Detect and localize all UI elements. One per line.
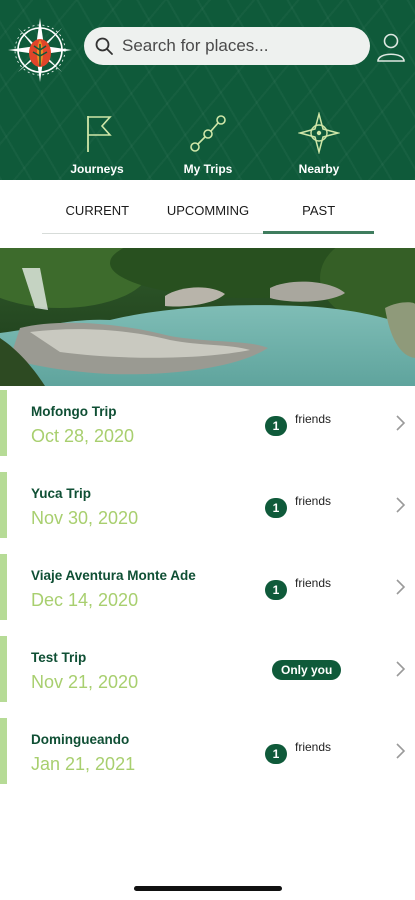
trip-date: Dec 14, 2020 [31, 590, 139, 610]
chevron-right-icon[interactable] [395, 742, 407, 760]
trip-date: Nov 30, 2020 [31, 508, 139, 528]
friends-info: 1 friends [265, 412, 331, 436]
search-bar[interactable] [84, 27, 370, 65]
trip-row[interactable]: Domingueando Jan 21, 2021 1 friends [0, 718, 415, 784]
nav-my-trips-label: My Trips [183, 162, 233, 176]
app-header: Journeys My Trips Nearby [0, 0, 415, 180]
trip-name: Domingueando [31, 732, 130, 747]
compass-logo-icon[interactable] [6, 16, 74, 84]
friends-label: friends [295, 576, 332, 590]
friends-count-badge: 1 [265, 580, 287, 600]
trip-list: Mofongo Trip Oct 28, 2020 1 friends Yuca Tri… [0, 390, 415, 800]
friends-label: friends [295, 494, 332, 508]
tab-current[interactable]: CURRENT [42, 180, 153, 233]
search-icon [95, 37, 113, 55]
tab-upcomming[interactable]: UPCOMMING [153, 180, 264, 233]
compass-icon [298, 112, 340, 154]
trip-row[interactable]: Mofongo Trip Oct 28, 2020 1 friends [0, 390, 415, 456]
flag-icon [87, 116, 112, 152]
trip-name: Mofongo Trip [31, 404, 117, 419]
friends-count-badge: 1 [265, 416, 287, 436]
trip-date: Jan 21, 2021 [31, 754, 136, 774]
only-you-badge: Only you [272, 660, 342, 680]
nav-journeys-label: Journeys [70, 162, 124, 176]
nav-my-trips[interactable]: My Trips [163, 112, 253, 178]
trip-row[interactable]: Test Trip Nov 21, 2020 Only you [0, 636, 415, 702]
friends-info: 1 friends [265, 494, 331, 518]
friends-info: 1 friends [265, 576, 331, 600]
search-input[interactable] [122, 36, 352, 56]
trip-name: Yuca Trip [31, 486, 92, 501]
nav-nearby[interactable]: Nearby [274, 112, 364, 178]
trip-row[interactable]: Viaje Aventura Monte Ade Dec 14, 2020 1 fri… [0, 554, 415, 620]
friends-count-badge: 1 [265, 744, 287, 764]
friends-label: friends [295, 412, 332, 426]
nav-journeys[interactable]: Journeys [52, 112, 142, 178]
route-icon [190, 115, 226, 152]
trip-date: Oct 28, 2020 [31, 426, 135, 446]
friends-label: friends [295, 740, 332, 754]
trip-tabs: CURRENT UPCOMMING PAST [42, 180, 374, 234]
friends-info: 1 friends [265, 740, 331, 764]
chevron-right-icon[interactable] [395, 660, 407, 678]
chevron-right-icon[interactable] [395, 414, 407, 432]
chevron-right-icon[interactable] [395, 578, 407, 596]
hero-image [0, 248, 415, 386]
trip-row[interactable]: Yuca Trip Nov 30, 2020 1 friends [0, 472, 415, 538]
trip-name: Test Trip [31, 650, 87, 665]
home-indicator [134, 886, 282, 891]
user-profile-icon[interactable] [375, 31, 407, 63]
trip-name: Viaje Aventura Monte Ade [31, 568, 196, 583]
friends-count-badge: 1 [265, 498, 287, 518]
chevron-right-icon[interactable] [395, 496, 407, 514]
tab-past[interactable]: PAST [263, 180, 374, 234]
nav-nearby-label: Nearby [298, 162, 340, 176]
trip-date: Nov 21, 2020 [31, 672, 139, 692]
